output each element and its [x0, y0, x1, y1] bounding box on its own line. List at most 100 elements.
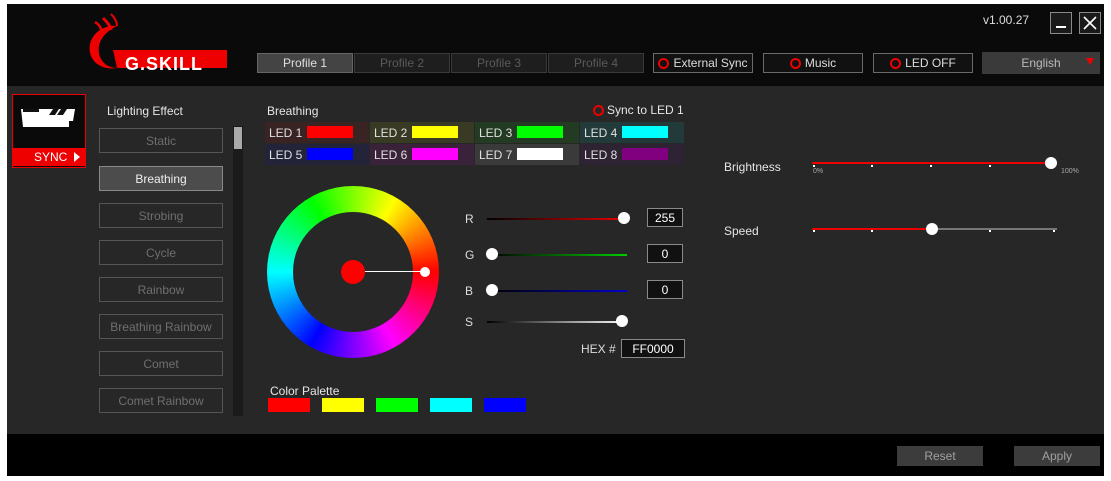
main-panel: SYNC Lighting Effect Static Breathing St… — [7, 86, 1104, 434]
led-color-swatch — [517, 148, 563, 160]
palette-swatch-green[interactable] — [376, 398, 418, 412]
lighting-effect-heading: Lighting Effect — [107, 104, 183, 118]
brightness-max-label: 100% — [1061, 168, 1079, 175]
effect-list-scrollbar[interactable] — [233, 126, 243, 416]
led-label: LED 6 — [374, 147, 408, 162]
color-wheel[interactable] — [267, 186, 439, 358]
r-slider-track[interactable] — [487, 218, 627, 220]
speed-slider-knob[interactable] — [926, 223, 938, 235]
color-wheel-handle[interactable] — [420, 267, 430, 277]
apply-button[interactable]: Apply — [1014, 446, 1100, 466]
led-color-swatch — [307, 126, 353, 138]
sync-to-led-toggle[interactable]: Sync to LED 1 — [593, 103, 684, 117]
radio-ring-icon — [890, 57, 902, 69]
led-6-slot[interactable]: LED 6 — [370, 144, 474, 165]
dropdown-caret-icon — [1086, 58, 1094, 65]
brightness-tick — [871, 165, 873, 167]
sync-button[interactable]: SYNC — [12, 148, 86, 166]
led-2-slot[interactable]: LED 2 — [370, 122, 474, 143]
s-slider-knob[interactable] — [616, 315, 628, 327]
brightness-tick — [813, 165, 815, 167]
brightness-min-label: 0% — [813, 168, 824, 175]
palette-swatch-yellow[interactable] — [322, 398, 364, 412]
sync-label: SYNC — [34, 150, 68, 164]
led-color-swatch — [517, 126, 563, 138]
speed-tick — [1053, 230, 1055, 232]
b-slider-knob[interactable] — [486, 284, 498, 296]
g-label: G — [465, 248, 475, 262]
r-slider-knob[interactable] — [618, 212, 630, 224]
effect-strobing[interactable]: Strobing — [99, 203, 223, 228]
led-color-swatch — [622, 148, 668, 160]
g-value-input[interactable]: 0 — [647, 244, 683, 263]
g-slider-track[interactable] — [487, 254, 627, 256]
music-button[interactable]: Music — [763, 53, 863, 73]
r-value-input[interactable]: 255 — [647, 208, 683, 227]
close-button[interactable] — [1079, 12, 1101, 34]
led-color-swatch — [412, 126, 458, 138]
minimize-icon — [1056, 26, 1066, 28]
radio-ring-icon — [658, 57, 670, 69]
led-5-slot[interactable]: LED 5 — [265, 144, 369, 165]
palette-swatch-red[interactable] — [268, 398, 310, 412]
effect-rainbow[interactable]: Rainbow — [99, 277, 223, 302]
led-label: LED 2 — [374, 125, 408, 140]
tab-profile-4[interactable]: Profile 4 — [548, 53, 644, 73]
brand-text: G.SKILL — [125, 54, 203, 74]
external-sync-button[interactable]: External Sync — [653, 53, 753, 73]
gskill-logo: G.SKILL — [77, 12, 227, 78]
led-label: LED 4 — [584, 125, 618, 140]
speed-slider-track[interactable] — [932, 228, 1057, 230]
r-label: R — [465, 212, 474, 226]
led-7-slot[interactable]: LED 7 — [475, 144, 579, 165]
version-label: v1.00.27 — [983, 13, 1030, 27]
effect-comet-rainbow[interactable]: Comet Rainbow — [99, 388, 223, 413]
speed-tick — [989, 230, 991, 232]
b-value-input[interactable]: 0 — [647, 280, 683, 299]
hex-value-input[interactable]: FF0000 — [621, 339, 685, 358]
palette-swatch-blue[interactable] — [484, 398, 526, 412]
led-8-slot[interactable]: LED 8 — [580, 144, 684, 165]
arrow-right-icon — [74, 152, 80, 162]
brightness-slider-track[interactable] — [812, 162, 1052, 164]
effect-breathing[interactable]: Breathing — [99, 166, 223, 191]
led-color-swatch — [412, 148, 458, 160]
brightness-slider-knob[interactable] — [1045, 157, 1057, 169]
music-label: Music — [804, 56, 837, 70]
minimize-button[interactable] — [1050, 12, 1072, 34]
external-sync-label: External Sync — [673, 56, 748, 70]
led-label: LED 1 — [269, 125, 303, 140]
reset-button[interactable]: Reset — [897, 446, 983, 466]
led-color-swatch — [307, 148, 353, 160]
brightness-tick — [989, 165, 991, 167]
tab-profile-2[interactable]: Profile 2 — [354, 53, 450, 73]
effect-breathing-rainbow[interactable]: Breathing Rainbow — [99, 314, 223, 339]
g-slider-knob[interactable] — [486, 248, 498, 260]
led-label: LED 5 — [269, 147, 303, 162]
radio-ring-icon — [789, 57, 801, 69]
effect-comet[interactable]: Comet — [99, 351, 223, 376]
led-3-slot[interactable]: LED 3 — [475, 122, 579, 143]
language-value: English — [1021, 56, 1061, 70]
tab-profile-1[interactable]: Profile 1 — [257, 53, 353, 73]
effect-list-scroll-thumb[interactable] — [234, 127, 242, 149]
s-slider-track[interactable] — [487, 321, 627, 323]
effect-static[interactable]: Static — [99, 128, 223, 153]
led-4-slot[interactable]: LED 4 — [580, 122, 684, 143]
memory-module-icon — [21, 109, 75, 127]
tab-profile-3[interactable]: Profile 3 — [451, 53, 547, 73]
hex-label: HEX # — [581, 342, 616, 356]
brightness-label: Brightness — [724, 160, 781, 174]
b-slider-track[interactable] — [487, 290, 627, 292]
effect-panel-title: Breathing — [267, 104, 319, 118]
led-off-label: LED OFF — [905, 56, 956, 70]
led-off-button[interactable]: LED OFF — [873, 53, 973, 73]
language-select[interactable]: English — [982, 52, 1100, 74]
effect-cycle[interactable]: Cycle — [99, 240, 223, 265]
palette-swatch-cyan[interactable] — [430, 398, 472, 412]
selected-color-dot — [341, 260, 365, 284]
s-label: S — [465, 315, 474, 329]
close-icon — [1083, 16, 1097, 30]
led-color-swatch — [622, 126, 668, 138]
led-1-slot[interactable]: LED 1 — [265, 122, 369, 143]
